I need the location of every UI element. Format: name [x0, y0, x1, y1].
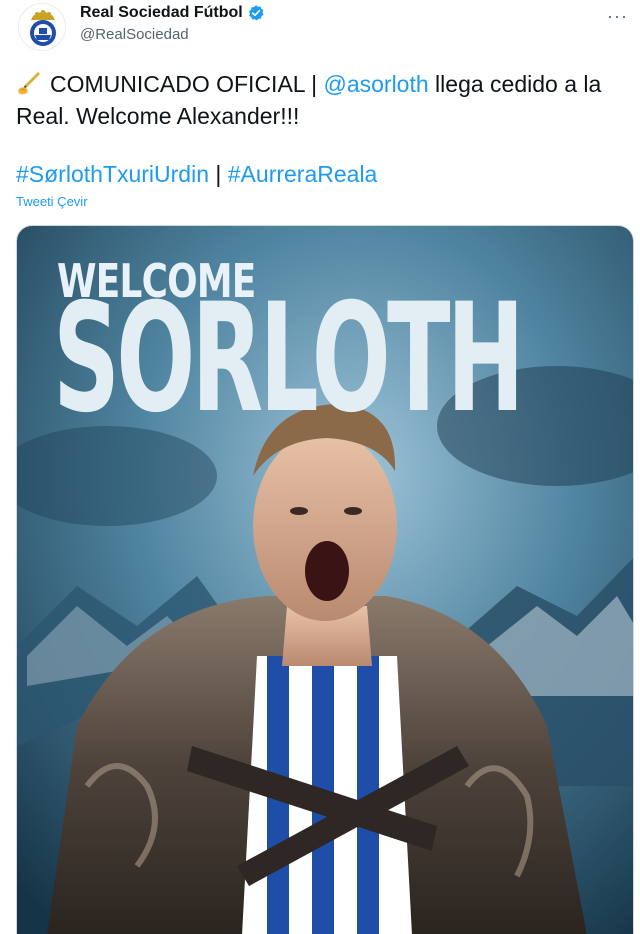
hashtag-link-aurrera[interactable]: #AurreraReala — [228, 161, 378, 187]
tweet-header: Real Sociedad Fútbol @RealSociedad ··· — [0, 0, 640, 56]
poster-headline-large: SORLOTH — [53, 272, 525, 446]
writing-hand-icon — [18, 72, 40, 95]
more-dots-icon[interactable]: ··· — [607, 6, 628, 27]
author-name-row: Real Sociedad Fútbol — [80, 4, 265, 22]
hashtags-line: #SørlothTxuriUrdin | #AurreraReala — [16, 158, 377, 190]
verified-badge-icon — [248, 5, 264, 21]
translate-tweet-link[interactable]: Tweeti Çevir — [16, 194, 88, 209]
avatar[interactable] — [18, 3, 66, 51]
tweet-text: COMUNICADO OFICIAL | @asorloth llega ced… — [16, 68, 628, 132]
real-sociedad-crest-icon — [19, 4, 65, 50]
tweet-media-image[interactable]: WELCOME SORLOTH — [16, 225, 634, 934]
author-handle[interactable]: @RealSociedad — [80, 26, 189, 43]
hashtag-separator: | — [209, 161, 228, 187]
hashtag-link-sorloth[interactable]: #SørlothTxuriUrdin — [16, 161, 209, 187]
author-name[interactable]: Real Sociedad Fútbol — [80, 4, 243, 22]
mention-link[interactable]: @asorloth — [323, 71, 428, 97]
tweet-text-part1: COMUNICADO OFICIAL | — [50, 71, 324, 97]
